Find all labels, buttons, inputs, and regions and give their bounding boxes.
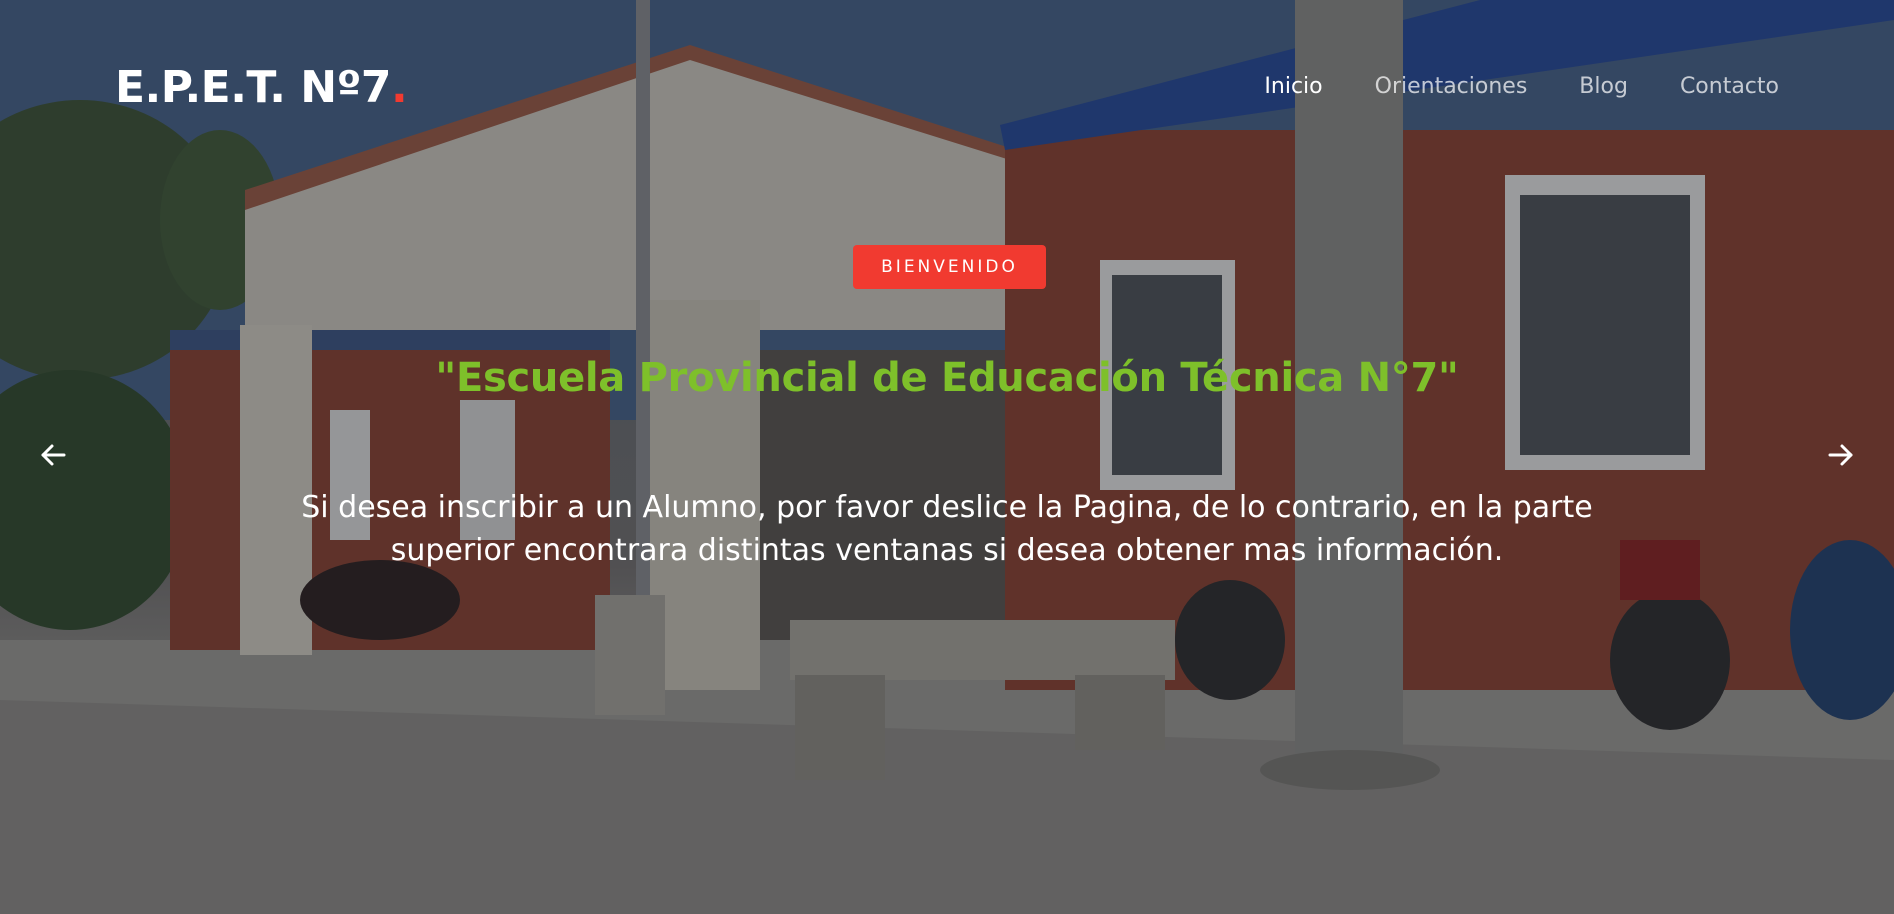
- top-navbar: E.P.E.T. Nº7. Inicio Orientaciones Blog …: [0, 0, 1894, 186]
- arrow-right-icon: [1828, 444, 1853, 466]
- school-title: "Escuela Provincial de Educación Técnica…: [435, 355, 1459, 401]
- hero-description: Si desea inscribir a un Alumno, por favo…: [301, 490, 1593, 568]
- hero-carousel: E.P.E.T. Nº7. Inicio Orientaciones Blog …: [0, 0, 1894, 914]
- brand-logo[interactable]: E.P.E.T. Nº7.: [115, 62, 408, 113]
- brand-text: E.P.E.T. Nº7: [115, 62, 392, 113]
- welcome-badge: BIENVENIDO: [853, 245, 1046, 289]
- nav-item-blog[interactable]: Blog: [1579, 74, 1628, 99]
- brand-dot: .: [391, 62, 408, 113]
- nav-item-inicio[interactable]: Inicio: [1264, 74, 1322, 99]
- carousel-prev-button[interactable]: [30, 432, 76, 478]
- nav-item-orientaciones[interactable]: Orientaciones: [1375, 74, 1528, 99]
- nav-item-contacto[interactable]: Contacto: [1680, 74, 1779, 99]
- nav-menu: Inicio Orientaciones Blog Contacto: [1264, 74, 1779, 99]
- arrow-left-icon: [41, 444, 66, 466]
- carousel-next-button[interactable]: [1818, 432, 1864, 478]
